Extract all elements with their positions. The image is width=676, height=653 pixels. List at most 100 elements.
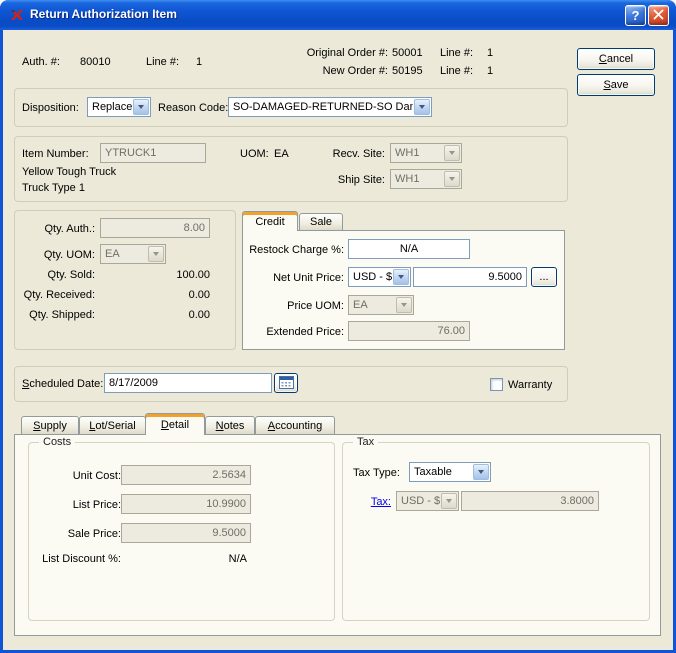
- price-lookup-button[interactable]: ...: [531, 267, 557, 287]
- save-button-label: Save: [603, 79, 628, 91]
- item-number-label: Item Number:: [22, 147, 89, 161]
- tab-supply[interactable]: Supply: [21, 416, 79, 434]
- list-price-label: List Price:: [36, 498, 121, 512]
- qty-uom-selected-value: EA: [101, 245, 147, 263]
- tab-accounting[interactable]: Accounting: [255, 416, 335, 434]
- scheduled-date-input[interactable]: [104, 373, 272, 393]
- auth-line-value: 1: [196, 55, 202, 69]
- reason-code-select[interactable]: SO-DAMAGED-RETURNED-SO Damaged: [228, 97, 432, 117]
- list-price-field: [121, 494, 251, 514]
- tax-currency-selected-value: USD - $: [397, 492, 440, 510]
- tax-type-selected-value: Taxable: [410, 463, 472, 481]
- costs-group: Costs Unit Cost: List Price: Sale Price:…: [28, 442, 335, 621]
- qty-received-value: 0.00: [130, 288, 210, 302]
- recv-site-label: Recv. Site:: [315, 147, 385, 161]
- original-order-line-label: Line #:: [440, 46, 473, 60]
- ship-site-selected-value: WH1: [391, 170, 443, 188]
- auth-number-label: Auth. #:: [22, 55, 60, 69]
- help-button[interactable]: ?: [625, 5, 646, 26]
- tax-currency-select: USD - $: [396, 491, 459, 511]
- item-description-line2: Truck Type 1: [22, 181, 85, 195]
- scheduled-date-label: Scheduled Date:: [22, 377, 103, 391]
- costs-group-label: Costs: [39, 436, 75, 449]
- list-discount-value: N/A: [121, 552, 247, 566]
- reason-code-selected-value: SO-DAMAGED-RETURNED-SO Damaged: [229, 98, 413, 116]
- warranty-checkbox[interactable]: [490, 378, 503, 391]
- qty-uom-label: Qty. UOM:: [15, 248, 95, 262]
- tab-detail[interactable]: Detail: [145, 413, 205, 435]
- item-description-line1: Yellow Tough Truck: [22, 165, 116, 179]
- save-button[interactable]: Save: [577, 74, 655, 96]
- disposition-selected-value: Replace: [88, 98, 132, 116]
- tab-notes[interactable]: Notes: [205, 416, 255, 434]
- price-uom-select: EA: [348, 295, 414, 315]
- auth-line-label: Line #:: [146, 55, 179, 69]
- titlebar[interactable]: Return Authorization Item ?: [0, 0, 676, 30]
- new-order-label: New Order #:: [260, 64, 388, 78]
- tax-type-select[interactable]: Taxable: [409, 462, 491, 482]
- chevron-down-icon: [473, 464, 489, 480]
- return-authorization-item-window: Return Authorization Item ? Auth. #: 800…: [0, 0, 676, 653]
- qty-shipped-label: Qty. Shipped:: [15, 308, 95, 322]
- question-mark-icon: ?: [632, 8, 640, 23]
- calendar-icon: [279, 375, 294, 392]
- uom-value: EA: [274, 147, 289, 161]
- net-unit-price-currency-select[interactable]: USD - $: [348, 267, 411, 287]
- price-uom-label: Price UOM:: [234, 299, 344, 313]
- chevron-down-icon: [396, 297, 412, 313]
- recv-site-select: WH1: [390, 143, 462, 163]
- qty-auth-label: Qty. Auth.:: [15, 222, 95, 236]
- item-number-field: [100, 143, 206, 163]
- chevron-down-icon: [444, 145, 460, 161]
- chevron-down-icon: [441, 493, 457, 509]
- disposition-select[interactable]: Replace: [87, 97, 151, 117]
- reason-code-label: Reason Code:: [158, 101, 228, 115]
- ship-site-label: Ship Site:: [315, 173, 385, 187]
- original-order-line-value: 1: [487, 46, 493, 60]
- tab-accounting-label: Accounting: [268, 420, 322, 432]
- tax-type-label: Tax Type:: [353, 466, 400, 480]
- restock-charge-label: Restock Charge %:: [234, 243, 344, 257]
- unit-cost-label: Unit Cost:: [36, 469, 121, 483]
- extended-price-field: [348, 321, 470, 341]
- tab-sale[interactable]: Sale: [299, 213, 343, 230]
- qty-shipped-value: 0.00: [130, 308, 210, 322]
- close-button[interactable]: [648, 5, 669, 26]
- ship-site-select: WH1: [390, 169, 462, 189]
- qty-uom-select: EA: [100, 244, 166, 264]
- original-order-label: Original Order #:: [260, 46, 388, 60]
- app-icon: [9, 7, 25, 23]
- restock-charge-field[interactable]: [348, 239, 470, 259]
- net-unit-price-field[interactable]: [413, 267, 527, 287]
- tab-credit[interactable]: Credit: [242, 211, 298, 231]
- new-order-value: 50195: [392, 64, 423, 78]
- chevron-down-icon: [133, 99, 149, 115]
- unit-cost-field: [121, 465, 251, 485]
- tax-link[interactable]: Tax:: [361, 495, 391, 509]
- cancel-button[interactable]: Cancel: [577, 48, 655, 70]
- disposition-label: Disposition:: [22, 101, 79, 115]
- window-title: Return Authorization Item: [30, 7, 177, 21]
- close-icon: [653, 8, 664, 23]
- tab-notes-label: Notes: [216, 420, 245, 432]
- tab-lot-serial[interactable]: Lot/Serial: [79, 416, 146, 434]
- price-uom-selected-value: EA: [349, 296, 395, 314]
- ellipsis-icon: ...: [539, 271, 548, 283]
- extended-price-label: Extended Price:: [234, 325, 344, 339]
- new-order-line-label: Line #:: [440, 64, 473, 78]
- qty-sold-value: 100.00: [130, 268, 210, 282]
- tax-group-label: Tax: [353, 436, 378, 449]
- tab-sale-label: Sale: [310, 216, 332, 228]
- original-order-value: 50001: [392, 46, 423, 60]
- chevron-down-icon: [148, 246, 164, 262]
- warranty-label: Warranty: [508, 378, 552, 392]
- auth-number-value: 80010: [80, 55, 111, 69]
- chevron-down-icon: [414, 99, 430, 115]
- sale-price-field: [121, 523, 251, 543]
- cancel-button-label: Cancel: [599, 53, 633, 65]
- chevron-down-icon: [393, 269, 409, 285]
- tab-credit-label: Credit: [255, 216, 284, 228]
- qty-received-label: Qty. Received:: [15, 288, 95, 302]
- list-discount-label: List Discount %:: [31, 552, 121, 566]
- calendar-button[interactable]: [274, 373, 298, 393]
